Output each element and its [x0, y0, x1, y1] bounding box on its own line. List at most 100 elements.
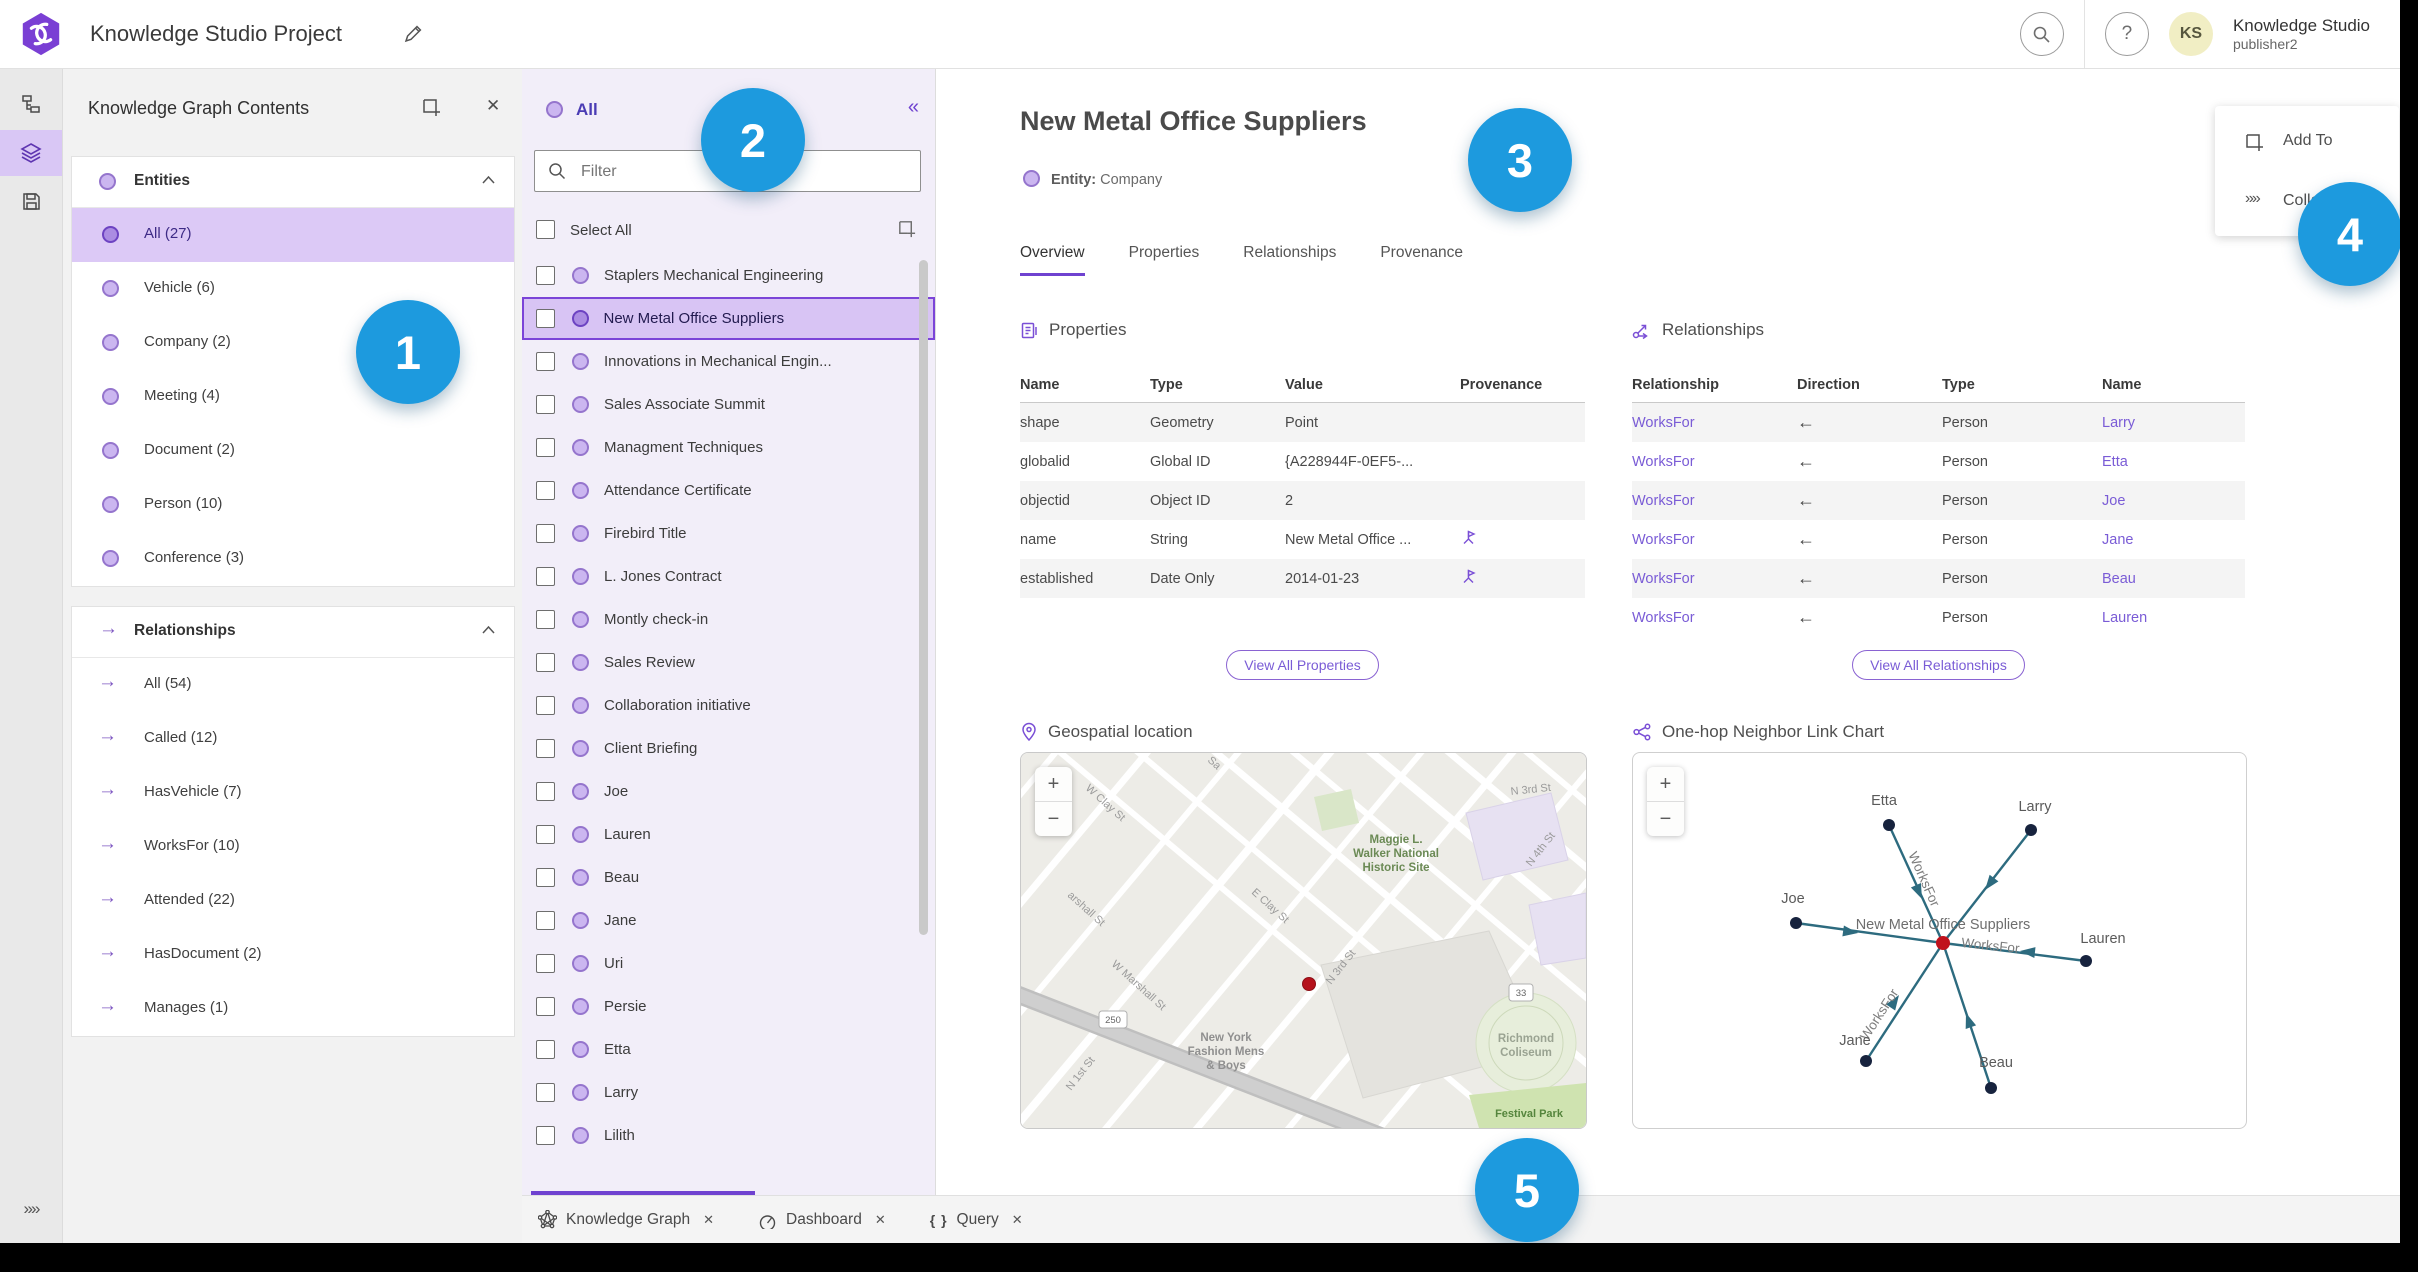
sidebar-item-relationship[interactable]: → Manages (1)	[72, 982, 514, 1036]
list-item[interactable]: Sales Associate Summit	[522, 383, 935, 426]
add-to-menu-item[interactable]: Add To	[2215, 122, 2399, 162]
item-checkbox[interactable]	[536, 1040, 555, 1059]
view-all-relationships-button[interactable]: View All Relationships	[1852, 650, 2025, 680]
list-item[interactable]: Sales Review	[522, 641, 935, 684]
item-checkbox[interactable]	[536, 739, 555, 758]
add-selection-icon[interactable]	[896, 218, 917, 239]
expand-rail-icon[interactable]: »»	[0, 1199, 62, 1219]
view-all-properties-button[interactable]: View All Properties	[1226, 650, 1379, 680]
entity-link[interactable]: Jane	[2102, 532, 2245, 548]
tab-dashboard[interactable]: Dashboard ✕	[758, 1210, 886, 1229]
list-scrollbar[interactable]	[919, 260, 928, 935]
node-beau[interactable]	[1985, 1082, 1997, 1094]
knowledge-graph-contents-icon[interactable]	[0, 130, 62, 176]
search-button[interactable]	[2019, 12, 2064, 56]
sidebar-item-entity[interactable]: Vehicle (6)	[72, 262, 514, 316]
list-item[interactable]: Staplers Mechanical Engineering	[522, 254, 935, 297]
item-checkbox[interactable]	[536, 868, 555, 887]
list-item[interactable]: Firebird Title	[522, 512, 935, 555]
item-checkbox[interactable]	[536, 1083, 555, 1102]
chevron-up-icon[interactable]	[481, 175, 496, 185]
edit-title-icon[interactable]	[402, 23, 424, 45]
item-checkbox[interactable]	[536, 524, 555, 543]
entity-link[interactable]: Lauren	[2102, 610, 2245, 626]
map-panel[interactable]: k Rd W Clay St Sa N 3rd St N 4th St E Cl…	[1020, 752, 1587, 1129]
tab-provenance[interactable]: Provenance	[1380, 244, 1463, 276]
list-item[interactable]: Persie	[522, 985, 935, 1028]
list-item[interactable]: Etta	[522, 1028, 935, 1071]
zoom-out-button[interactable]: −	[1035, 802, 1072, 836]
item-checkbox[interactable]	[536, 266, 555, 285]
item-checkbox[interactable]	[535, 308, 555, 328]
item-checkbox[interactable]	[536, 997, 555, 1016]
provenance-flag-icon[interactable]	[1460, 568, 1585, 589]
list-item[interactable]: Innovations in Mechanical Engin...	[522, 340, 935, 383]
sidebar-item-entity[interactable]: All (27)	[72, 208, 514, 262]
list-item[interactable]: Beau	[522, 856, 935, 899]
relationship-link[interactable]: WorksFor	[1632, 610, 1797, 626]
node-jane[interactable]	[1860, 1055, 1872, 1067]
node-joe[interactable]	[1790, 917, 1802, 929]
close-panel-icon[interactable]: ✕	[486, 96, 500, 116]
item-checkbox[interactable]	[536, 653, 555, 672]
provenance-flag-icon[interactable]	[1460, 529, 1585, 550]
item-checkbox[interactable]	[536, 352, 555, 371]
sidebar-item-relationship[interactable]: → HasVehicle (7)	[72, 766, 514, 820]
relationship-link[interactable]: WorksFor	[1632, 571, 1797, 587]
relationship-link[interactable]: WorksFor	[1632, 415, 1797, 431]
relationship-link[interactable]: WorksFor	[1632, 532, 1797, 548]
tab-query[interactable]: { } Query ✕	[930, 1211, 1023, 1229]
list-item[interactable]: New Metal Office Suppliers	[522, 297, 935, 340]
list-item[interactable]: Uri	[522, 942, 935, 985]
item-checkbox[interactable]	[536, 610, 555, 629]
list-item[interactable]: Managment Techniques	[522, 426, 935, 469]
list-item[interactable]: Jane	[522, 899, 935, 942]
node-lauren[interactable]	[2080, 955, 2092, 967]
zoom-in-button[interactable]: +	[1647, 767, 1684, 801]
item-checkbox[interactable]	[536, 567, 555, 586]
select-all-checkbox[interactable]	[536, 220, 555, 239]
sidebar-item-entity[interactable]: Document (2)	[72, 424, 514, 478]
close-tab-icon[interactable]: ✕	[703, 1212, 714, 1228]
relationship-link[interactable]: WorksFor	[1632, 493, 1797, 509]
tab-properties[interactable]: Properties	[1129, 244, 1200, 276]
list-item[interactable]: Lilith	[522, 1114, 935, 1157]
zoom-in-button[interactable]: +	[1035, 767, 1072, 801]
list-item[interactable]: Joe	[522, 770, 935, 813]
sidebar-item-entity[interactable]: Person (10)	[72, 478, 514, 532]
user-avatar[interactable]: KS	[2168, 12, 2213, 56]
item-checkbox[interactable]	[536, 782, 555, 801]
item-checkbox[interactable]	[536, 1126, 555, 1145]
entity-link[interactable]: Joe	[2102, 493, 2245, 509]
item-checkbox[interactable]	[536, 438, 555, 457]
relationship-link[interactable]: WorksFor	[1632, 454, 1797, 470]
sidebar-item-entity[interactable]: Conference (3)	[72, 532, 514, 586]
sidebar-item-relationship[interactable]: → HasDocument (2)	[72, 928, 514, 982]
item-checkbox[interactable]	[536, 911, 555, 930]
tab-relationships[interactable]: Relationships	[1243, 244, 1336, 276]
close-tab-icon[interactable]: ✕	[1012, 1212, 1023, 1228]
list-item[interactable]: Client Briefing	[522, 727, 935, 770]
list-item[interactable]: L. Jones Contract	[522, 555, 935, 598]
schema-icon[interactable]	[0, 82, 62, 128]
node-center[interactable]	[1936, 936, 1950, 950]
zoom-out-button[interactable]: −	[1647, 802, 1684, 836]
sidebar-item-relationship[interactable]: → Called (12)	[72, 712, 514, 766]
add-layer-icon[interactable]	[420, 96, 442, 118]
list-item[interactable]: Lauren	[522, 813, 935, 856]
chevron-up-icon[interactable]	[481, 625, 496, 635]
sidebar-item-relationship[interactable]: → Attended (22)	[72, 874, 514, 928]
entity-link[interactable]: Larry	[2102, 415, 2245, 431]
list-item[interactable]: Attendance Certificate	[522, 469, 935, 512]
item-checkbox[interactable]	[536, 954, 555, 973]
node-larry[interactable]	[2025, 824, 2037, 836]
tab-overview[interactable]: Overview	[1020, 244, 1085, 276]
relationships-section-header[interactable]: → Relationships	[72, 607, 514, 658]
item-checkbox[interactable]	[536, 395, 555, 414]
item-checkbox[interactable]	[536, 825, 555, 844]
save-icon[interactable]	[0, 178, 62, 224]
item-checkbox[interactable]	[536, 481, 555, 500]
close-tab-icon[interactable]: ✕	[875, 1212, 886, 1228]
node-etta[interactable]	[1883, 819, 1895, 831]
list-item[interactable]: Collaboration initiative	[522, 684, 935, 727]
